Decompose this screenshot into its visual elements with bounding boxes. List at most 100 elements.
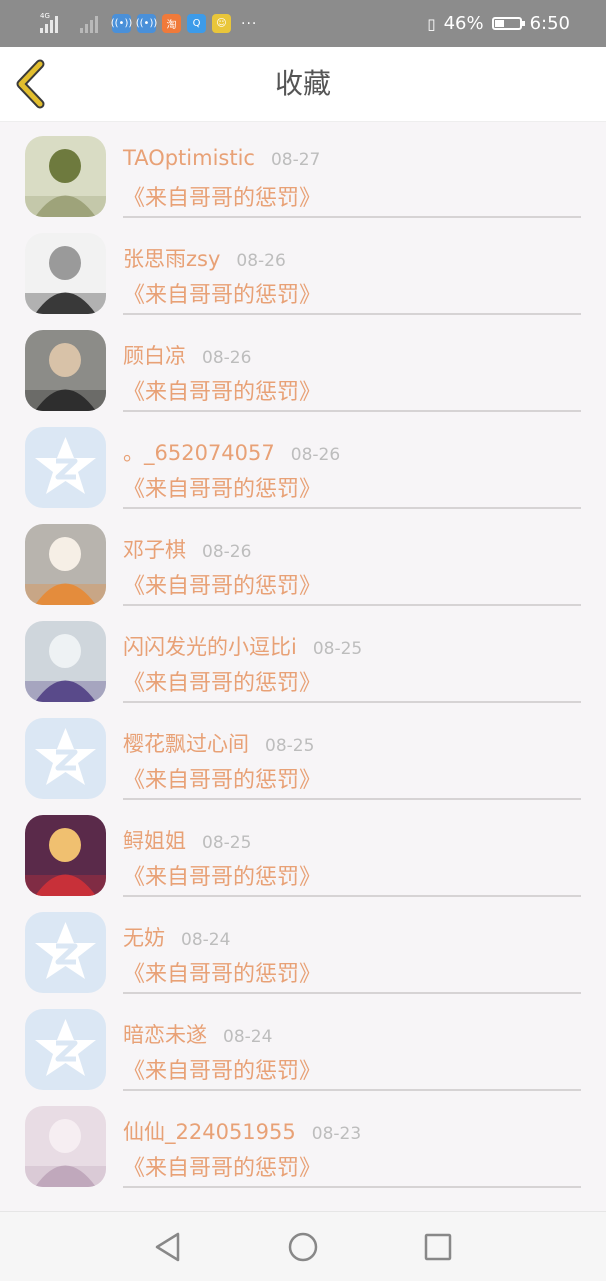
work-title[interactable]: 《来自哥哥的惩罚》 <box>123 374 321 406</box>
name-row: 邓子棋 08-26 <box>123 534 251 564</box>
favorite-date: 08-26 <box>236 251 286 271</box>
divider <box>123 604 581 606</box>
user-name[interactable]: 顾白凉 <box>123 340 186 370</box>
page-title: 收藏 <box>274 67 331 100</box>
circle-home-icon <box>288 1232 318 1262</box>
user-name[interactable]: TAOptimistic <box>123 146 255 170</box>
work-title[interactable]: 《来自哥哥的惩罚》 <box>123 665 321 697</box>
signal-2-icon <box>75 15 98 33</box>
divider <box>123 313 581 315</box>
name-row: 顾白凉 08-26 <box>123 340 251 370</box>
list-item[interactable]: 樱花飘过心间 08-25 《来自哥哥的惩罚》 <box>0 718 606 815</box>
user-name[interactable]: 鲟姐姐 <box>123 825 186 855</box>
name-row: 。_652074057 08-26 <box>123 437 340 467</box>
avatar[interactable] <box>25 233 106 314</box>
default-avatar-icon[interactable] <box>25 718 106 799</box>
favorite-date: 08-26 <box>290 445 341 465</box>
work-title[interactable]: 《来自哥哥的惩罚》 <box>123 277 321 309</box>
title-bar: 收藏 <box>0 47 606 122</box>
favorite-date: 08-25 <box>202 833 252 853</box>
list-item[interactable]: 暗恋未遂 08-24 《来自哥哥的惩罚》 <box>0 1009 606 1106</box>
favorite-date: 08-25 <box>265 736 315 756</box>
avatar[interactable] <box>25 524 106 605</box>
user-name[interactable]: 樱花飘过心间 <box>123 728 249 758</box>
list-item[interactable]: 张思雨zsy 08-26 《来自哥哥的惩罚》 <box>0 233 606 330</box>
favorite-date: 08-26 <box>202 542 252 562</box>
taobao-icon: 淘 <box>162 14 181 33</box>
name-row: 樱花飘过心间 08-25 <box>123 728 314 758</box>
clock: 6:50 <box>529 13 570 34</box>
name-row: 无妨 08-24 <box>123 922 230 952</box>
divider <box>123 507 581 509</box>
battery-icon <box>491 17 525 30</box>
work-title[interactable]: 《来自哥哥的惩罚》 <box>123 180 321 212</box>
name-row: TAOptimistic 08-27 <box>123 146 320 170</box>
favorites-list[interactable]: 《来自哥哥的惩罚》 TAOptimistic 08-27 《来自哥哥的惩罚》 张思雨… <box>0 121 606 1211</box>
default-avatar-icon[interactable] <box>25 1009 106 1090</box>
favorite-date: 08-23 <box>311 1124 362 1144</box>
user-name[interactable]: 。_652074057 <box>123 437 275 467</box>
avatar[interactable] <box>25 815 106 896</box>
status-right: ▯ 46% 6:50 <box>427 13 570 34</box>
name-row: 张思雨zsy 08-26 <box>123 243 286 273</box>
user-name[interactable]: 无妨 <box>123 922 165 952</box>
wechat-mini-icon: ☺ <box>212 14 231 33</box>
divider <box>123 410 581 412</box>
favorite-date: 08-27 <box>270 150 321 170</box>
favorite-date: 08-26 <box>202 348 252 368</box>
divider <box>123 895 581 897</box>
list-item[interactable]: 。_652074057 08-26 《来自哥哥的惩罚》 <box>0 427 606 524</box>
notification-icons: ((•)) ((•)) 淘 Q ☺ <box>111 14 231 33</box>
list-item[interactable]: 鲟姐姐 08-25 《来自哥哥的惩罚》 <box>0 815 606 912</box>
work-title[interactable]: 《来自哥哥的惩罚》 <box>123 471 321 503</box>
triangle-back-icon <box>155 1232 180 1262</box>
work-title[interactable]: 《来自哥哥的惩罚》 <box>123 1053 321 1085</box>
nav-home-button[interactable] <box>286 1230 320 1264</box>
more-notifications-icon: ··· <box>241 15 258 32</box>
user-name[interactable]: 闪闪发光的小逗比i <box>123 631 297 661</box>
square-recents-icon <box>424 1233 452 1261</box>
user-name[interactable]: 暗恋未遂 <box>123 1019 207 1049</box>
default-avatar-icon[interactable] <box>25 912 106 993</box>
list-item[interactable]: 闪闪发光的小逗比i 08-25 《来自哥哥的惩罚》 <box>0 621 606 718</box>
work-title[interactable]: 《来自哥哥的惩罚》 <box>123 1150 321 1182</box>
favorite-date: 08-25 <box>312 639 363 659</box>
divider <box>123 1186 581 1188</box>
user-name[interactable]: 张思雨zsy <box>123 243 220 273</box>
list-item[interactable]: 仙仙_224051955 08-23 《来自哥哥的惩罚》 <box>0 1106 606 1203</box>
status-left: 4G ((•)) ((•)) 淘 Q ☺ ··· <box>40 11 258 33</box>
user-name[interactable]: 邓子棋 <box>123 534 186 564</box>
list-item[interactable]: 无妨 08-24 《来自哥哥的惩罚》 <box>0 912 606 1009</box>
work-title[interactable]: 《来自哥哥的惩罚》 <box>123 762 321 794</box>
qq-browser-icon: Q <box>187 14 206 33</box>
status-bar: 4G ((•)) ((•)) 淘 Q ☺ ··· ▯ 46% 6:50 <box>0 0 606 47</box>
wifi-call-icon-2: ((•)) <box>136 14 157 33</box>
work-title[interactable]: 《来自哥哥的惩罚》 <box>123 568 321 600</box>
network-type-label: 4G <box>40 11 50 20</box>
list-item[interactable]: 顾白凉 08-26 《来自哥哥的惩罚》 <box>0 330 606 427</box>
avatar[interactable] <box>25 136 106 217</box>
avatar[interactable] <box>25 330 106 411</box>
avatar[interactable] <box>25 1106 106 1187</box>
nav-recents-button[interactable] <box>421 1230 455 1264</box>
divider <box>123 216 581 218</box>
wifi-call-icon: ((•)) <box>111 14 132 33</box>
navigation-bar <box>0 1211 606 1281</box>
list-item[interactable]: TAOptimistic 08-27 《来自哥哥的惩罚》 <box>0 136 606 233</box>
name-row: 鲟姐姐 08-25 <box>123 825 251 855</box>
nav-back-button[interactable] <box>152 1230 186 1264</box>
work-title[interactable]: 《来自哥哥的惩罚》 <box>123 859 321 891</box>
list-item[interactable]: 邓子棋 08-26 《来自哥哥的惩罚》 <box>0 524 606 621</box>
avatar[interactable] <box>25 621 106 702</box>
vibrate-icon: ▯ <box>427 14 436 33</box>
divider <box>123 1089 581 1091</box>
name-row: 闪闪发光的小逗比i 08-25 <box>123 631 362 661</box>
list-item[interactable]: 《来自哥哥的惩罚》 <box>0 121 606 136</box>
default-avatar-icon[interactable] <box>25 427 106 508</box>
battery-percent: 46% <box>443 13 484 34</box>
user-name[interactable]: 仙仙_224051955 <box>123 1116 296 1146</box>
name-row: 暗恋未遂 08-24 <box>123 1019 272 1049</box>
divider <box>123 701 581 703</box>
work-title[interactable]: 《来自哥哥的惩罚》 <box>123 956 321 988</box>
favorite-date: 08-24 <box>223 1027 273 1047</box>
